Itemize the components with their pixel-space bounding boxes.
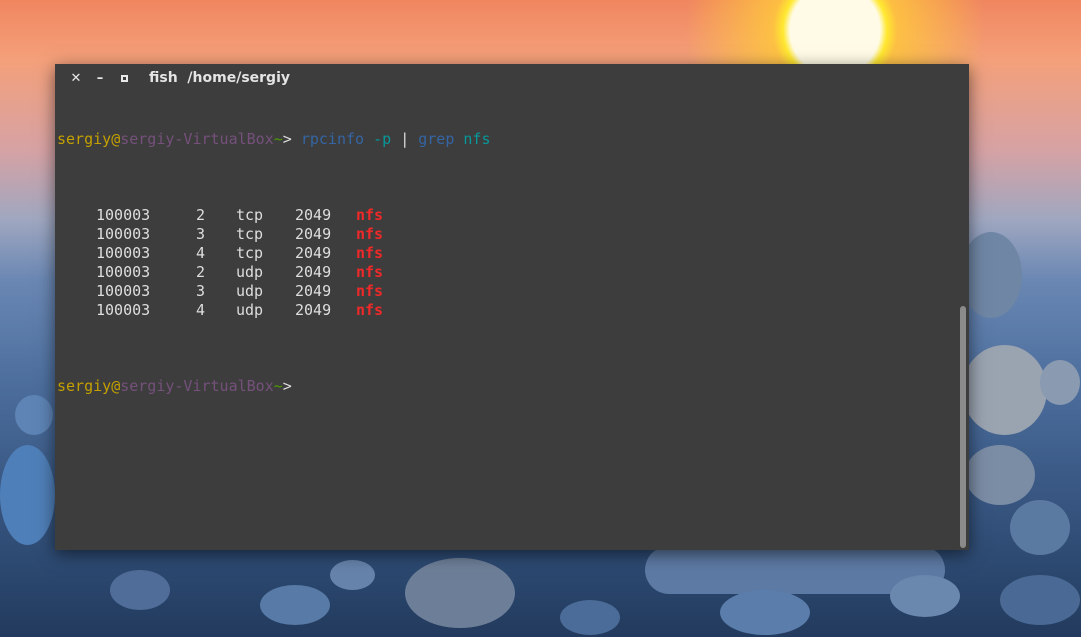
pebble	[15, 395, 53, 435]
pebble	[0, 445, 55, 545]
rpc-version: 3	[195, 282, 205, 300]
pebble	[890, 575, 960, 617]
rpc-service: nfs	[356, 263, 384, 281]
maximize-icon[interactable]	[115, 69, 133, 87]
pebble	[260, 585, 330, 625]
rpc-port: 2049	[295, 282, 332, 300]
output-row: 100003 3 udp 2049 nfs	[57, 282, 955, 301]
terminal-window[interactable]: ✕ – fish /home/sergiy sergiy@sergiy-Virt…	[55, 64, 969, 550]
pebble	[110, 570, 170, 610]
rpc-version: 3	[195, 225, 205, 243]
command-filter: grep	[418, 130, 455, 148]
command-option: -p	[373, 130, 392, 148]
rpc-port: 2049	[295, 263, 332, 281]
rpc-protocol: udp	[236, 282, 264, 300]
rpcinfo-output: 100003 2 tcp 2049 nfs 100003 3 tcp 2049 nfs 100003…	[57, 206, 955, 320]
rpc-port: 2049	[295, 244, 332, 262]
rpc-protocol: udp	[236, 263, 264, 281]
rpc-port: 2049	[295, 225, 332, 243]
prompt-at: @	[111, 130, 121, 148]
prompt-path: ~	[273, 130, 283, 148]
pebble	[1040, 360, 1080, 405]
prompt-at: @	[111, 377, 121, 395]
command-pipe: |	[400, 130, 410, 148]
prompt-user: sergiy	[57, 130, 112, 148]
rpc-version: 2	[195, 206, 205, 224]
pebble	[1010, 500, 1070, 555]
command-program: rpcinfo	[300, 130, 365, 148]
pebble	[960, 232, 1022, 318]
rpc-protocol: tcp	[236, 244, 264, 262]
prompt-line[interactable]: sergiy@sergiy-VirtualBox~>	[57, 377, 955, 396]
rpc-program-number: 100003	[96, 225, 151, 243]
rpc-service: nfs	[356, 282, 384, 300]
rpc-program-number: 100003	[96, 301, 151, 319]
rpc-version: 2	[195, 263, 205, 281]
rpc-program-number: 100003	[96, 263, 151, 281]
output-row: 100003 2 udp 2049 nfs	[57, 263, 955, 282]
prompt-arrow: >	[282, 130, 292, 148]
rpc-port: 2049	[295, 301, 332, 319]
rpc-protocol: tcp	[236, 225, 264, 243]
prompt-arrow: >	[282, 377, 292, 395]
rpc-protocol: udp	[236, 301, 264, 319]
pebble	[560, 600, 620, 635]
pebble	[965, 445, 1035, 505]
rpc-service: nfs	[356, 301, 384, 319]
rpc-version: 4	[195, 244, 205, 262]
command-line: sergiy@sergiy-VirtualBox~> rpcinfo -p | …	[57, 130, 955, 149]
output-row: 100003 4 udp 2049 nfs	[57, 301, 955, 320]
prompt-host: sergiy-VirtualBox	[120, 377, 274, 395]
pebble	[1000, 575, 1080, 625]
command-pattern: nfs	[463, 130, 491, 148]
pebble	[720, 590, 810, 635]
output-row: 100003 2 tcp 2049 nfs	[57, 206, 955, 225]
minimize-icon[interactable]: –	[91, 69, 109, 87]
window-titlebar[interactable]: ✕ – fish /home/sergiy	[55, 64, 969, 92]
rpc-program-number: 100003	[96, 244, 151, 262]
rpc-port: 2049	[295, 206, 332, 224]
terminal-output[interactable]: sergiy@sergiy-VirtualBox~> rpcinfo -p | …	[57, 92, 955, 550]
rpc-version: 4	[195, 301, 205, 319]
pebble	[405, 558, 515, 628]
close-icon[interactable]: ✕	[67, 69, 85, 87]
pebble	[962, 345, 1047, 435]
output-row: 100003 4 tcp 2049 nfs	[57, 244, 955, 263]
output-row: 100003 3 tcp 2049 nfs	[57, 225, 955, 244]
window-title: fish /home/sergiy	[149, 70, 290, 86]
rpc-service: nfs	[356, 244, 384, 262]
rpc-program-number: 100003	[96, 282, 151, 300]
prompt-path: ~	[273, 377, 283, 395]
rpc-protocol: tcp	[236, 206, 264, 224]
rpc-service: nfs	[356, 225, 384, 243]
prompt-user: sergiy	[57, 377, 112, 395]
pebble	[330, 560, 375, 590]
prompt-host: sergiy-VirtualBox	[120, 130, 274, 148]
rpc-service: nfs	[356, 206, 384, 224]
rpc-program-number: 100003	[96, 206, 151, 224]
scrollbar-thumb[interactable]	[960, 306, 966, 548]
